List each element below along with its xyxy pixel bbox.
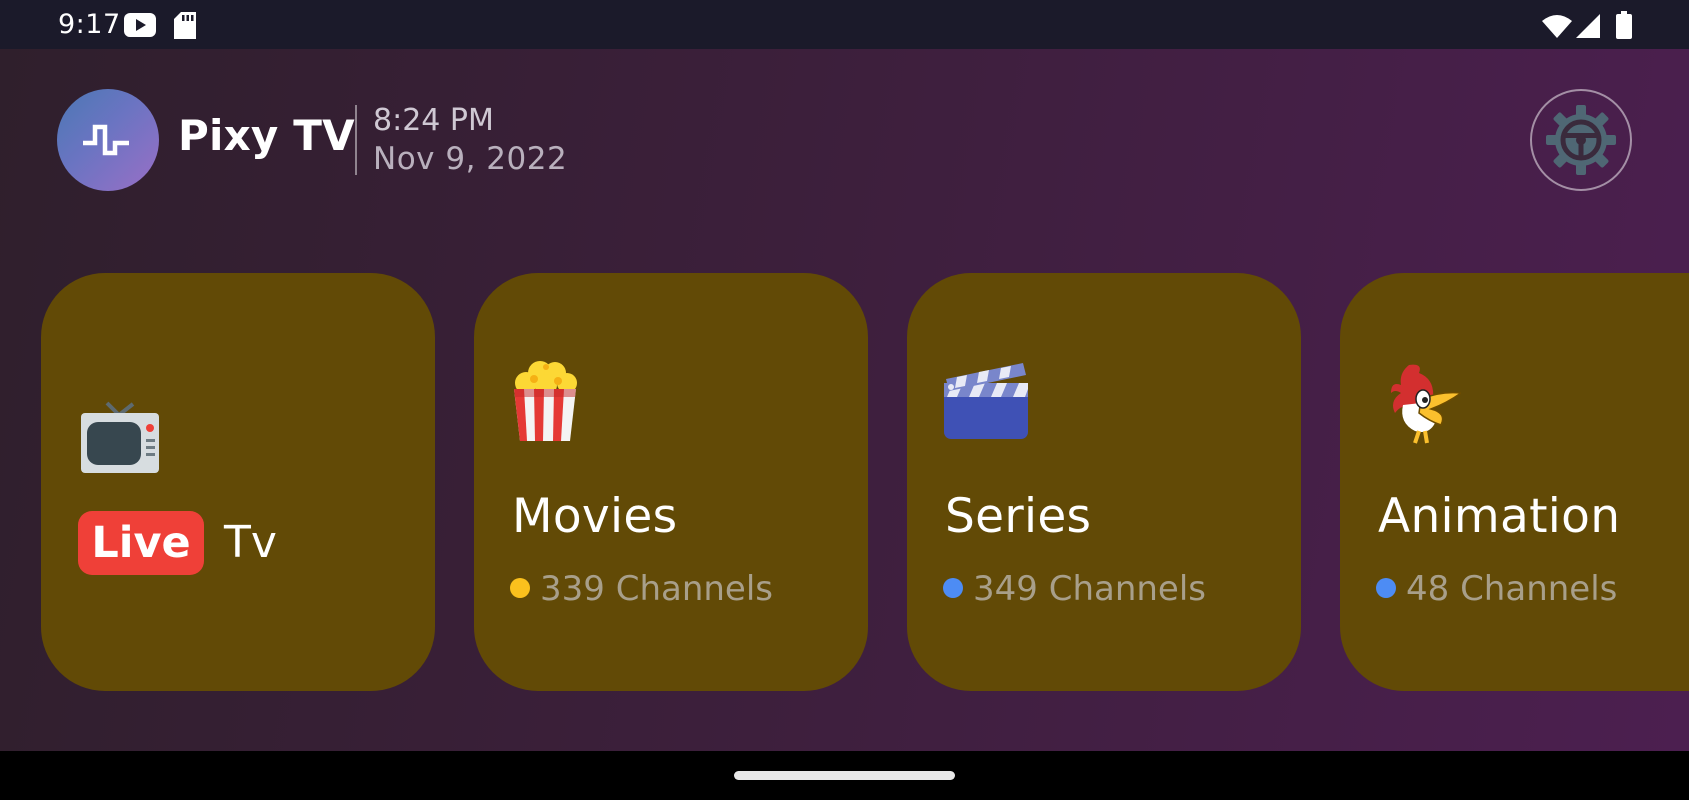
header-date: Nov 9, 2022 [373, 141, 568, 177]
home-handle[interactable] [734, 771, 955, 780]
status-dot [1376, 577, 1396, 598]
card-movies[interactable]: Movies 339 Channels [474, 273, 868, 691]
card-title: Tv [224, 517, 277, 568]
header-time: 8:24 PM [373, 103, 494, 138]
header-divider [355, 105, 357, 175]
card-animation[interactable]: Animation 48 Channels [1340, 273, 1689, 691]
battery-icon [1616, 11, 1632, 43]
status-dot [510, 577, 530, 598]
youtube-icon [124, 13, 156, 41]
woodpecker-icon [1385, 359, 1464, 449]
status-dot [943, 577, 963, 598]
live-badge: Live [78, 511, 204, 575]
card-live-tv[interactable]: Live Tv [41, 273, 435, 691]
channel-count: 339 Channels [510, 569, 773, 609]
app-logo [57, 89, 159, 191]
popcorn-icon [510, 359, 580, 447]
gear-icon [1546, 105, 1616, 175]
category-cards: Live Tv Movies 339 Channels Series 349 C… [0, 273, 1689, 691]
clapper-board-icon [943, 359, 1029, 445]
status-time: 9:17 [58, 9, 121, 40]
app-screen: Pixy TV 8:24 PM Nov 9, 2022 Live Tv Movi… [0, 49, 1689, 751]
signal-icon [1576, 14, 1600, 42]
navigation-bar [0, 751, 1689, 800]
channel-count: 349 Channels [943, 569, 1206, 609]
app-title: Pixy TV [178, 111, 355, 160]
sd-card-icon [174, 12, 196, 43]
card-title: Animation [1378, 489, 1621, 544]
channel-count: 48 Channels [1376, 569, 1617, 609]
channel-count-label: 48 Channels [1406, 569, 1618, 609]
card-title: Series [945, 489, 1092, 544]
channel-count-label: 339 Channels [540, 569, 774, 609]
settings-button[interactable] [1530, 89, 1632, 191]
card-series[interactable]: Series 349 Channels [907, 273, 1301, 691]
television-icon [77, 401, 163, 481]
channel-count-label: 349 Channels [973, 569, 1207, 609]
card-title: Movies [512, 489, 678, 544]
signal-wave-icon [83, 124, 129, 156]
wifi-icon [1542, 14, 1572, 42]
status-bar: 9:17 [0, 0, 1689, 49]
